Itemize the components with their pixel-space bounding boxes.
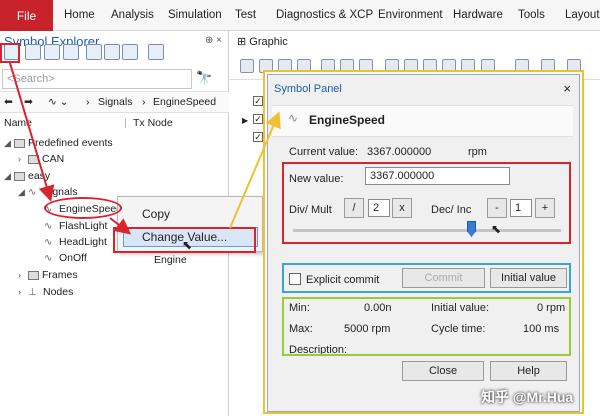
- tab-graphic[interactable]: ⊞ Graphic: [237, 35, 288, 48]
- tree-flashlight[interactable]: ∿ FlashLight: [44, 218, 107, 234]
- highlight-red-database-button: [0, 43, 20, 63]
- graphic-tool-icon[interactable]: [240, 59, 254, 73]
- pin-close-icons[interactable]: ⊕ ×: [205, 35, 222, 46]
- tree-can[interactable]: › CAN: [18, 151, 64, 167]
- filter-icon[interactable]: [44, 44, 60, 60]
- breadcrumb-sep: ›: [86, 96, 90, 108]
- breadcrumb-sep: ›: [142, 96, 146, 108]
- menu-diagnostics[interactable]: Diagnostics & XCP: [276, 0, 373, 31]
- tree-nodes[interactable]: › ⊥ Nodes: [18, 284, 73, 300]
- breadcrumb-signals[interactable]: Signals: [98, 96, 132, 108]
- expand-icon[interactable]: ◢: [4, 135, 14, 151]
- collapse-icon[interactable]: ›: [18, 284, 28, 300]
- signal-wave-icon: ∿: [44, 221, 53, 232]
- collapse-icon[interactable]: ›: [18, 151, 28, 167]
- expand-icon[interactable]: ◢: [18, 184, 28, 200]
- binoculars-icon[interactable]: 🔭: [196, 70, 212, 86]
- row-marker-icon: ▶: [242, 116, 249, 125]
- search-input[interactable]: <Search>: [2, 69, 192, 89]
- col-name[interactable]: Name: [4, 117, 32, 129]
- mouse-cursor-icon: ⬉: [491, 222, 502, 236]
- tree-frames[interactable]: › Frames: [18, 267, 78, 283]
- signal-wave-icon[interactable]: [25, 44, 41, 60]
- signal-checkbox[interactable]: ✓: [253, 132, 263, 142]
- event-icon: [14, 138, 25, 148]
- menu-environment[interactable]: Environment: [378, 0, 443, 31]
- col-txnode[interactable]: Tx Node: [133, 117, 173, 129]
- menu-test[interactable]: Test: [235, 0, 256, 31]
- sort-az-icon[interactable]: [148, 44, 164, 60]
- menu-bar: File Home Analysis Simulation Test Diagn…: [0, 0, 600, 31]
- signal-wave-icon: ∿ ⌄: [48, 96, 69, 108]
- signal-checkbox[interactable]: ✓: [253, 96, 263, 106]
- tree-onoff[interactable]: ∿ OnOff: [44, 250, 87, 266]
- highlight-red-value-area: [282, 162, 571, 244]
- menu-tools[interactable]: Tools: [518, 0, 545, 31]
- mouse-cursor-icon: ⬉: [182, 238, 193, 252]
- tx-node-value: Engine: [154, 254, 187, 266]
- signal-wave-icon: ∿: [28, 187, 37, 198]
- paste-icon[interactable]: [104, 44, 120, 60]
- copy-icon[interactable]: [86, 44, 102, 60]
- graphic-icon: ⊞: [237, 36, 247, 48]
- highlight-blue-commit-area: [282, 263, 571, 293]
- database-icon: [14, 171, 25, 181]
- node-icon: ⊥: [28, 287, 37, 298]
- breadcrumb: ⬅ ➡ ∿ ⌄ › Signals › EngineSpeed: [0, 91, 229, 113]
- tree-easy[interactable]: ◢ easy: [4, 168, 50, 184]
- database-icon: [28, 154, 39, 164]
- signal-checkbox[interactable]: ✓: [253, 114, 263, 124]
- highlight-red-enginespeed: [44, 197, 122, 219]
- frame-icon: [28, 270, 39, 280]
- signal-wave-icon: ∿: [44, 253, 53, 264]
- highlight-green-info-area: [282, 297, 571, 356]
- message-icon[interactable]: [63, 44, 79, 60]
- expand-icon[interactable]: ◢: [4, 168, 14, 184]
- tree-predefined-events[interactable]: ◢ Predefined events: [4, 135, 113, 151]
- column-header: Name | Tx Node: [4, 117, 173, 129]
- breadcrumb-enginespeed[interactable]: EngineSpeed: [153, 96, 216, 108]
- watermark: 知乎 @Mr.Hua: [481, 389, 574, 405]
- sort-abc-icon[interactable]: [122, 44, 138, 60]
- menu-copy[interactable]: Copy: [142, 207, 170, 221]
- menu-hardware[interactable]: Hardware: [453, 0, 503, 31]
- collapse-icon[interactable]: ›: [18, 267, 28, 283]
- menu-home[interactable]: Home: [64, 0, 95, 31]
- menu-layout[interactable]: Layout: [565, 0, 600, 31]
- menu-analysis[interactable]: Analysis: [111, 0, 154, 31]
- menu-simulation[interactable]: Simulation: [168, 0, 222, 31]
- forward-arrow-icon[interactable]: ➡: [24, 96, 33, 108]
- signal-wave-icon: ∿: [44, 237, 53, 248]
- tree-headlight[interactable]: ∿ HeadLight: [44, 234, 107, 250]
- menu-file[interactable]: File: [0, 0, 53, 31]
- back-arrow-icon[interactable]: ⬅: [4, 96, 13, 108]
